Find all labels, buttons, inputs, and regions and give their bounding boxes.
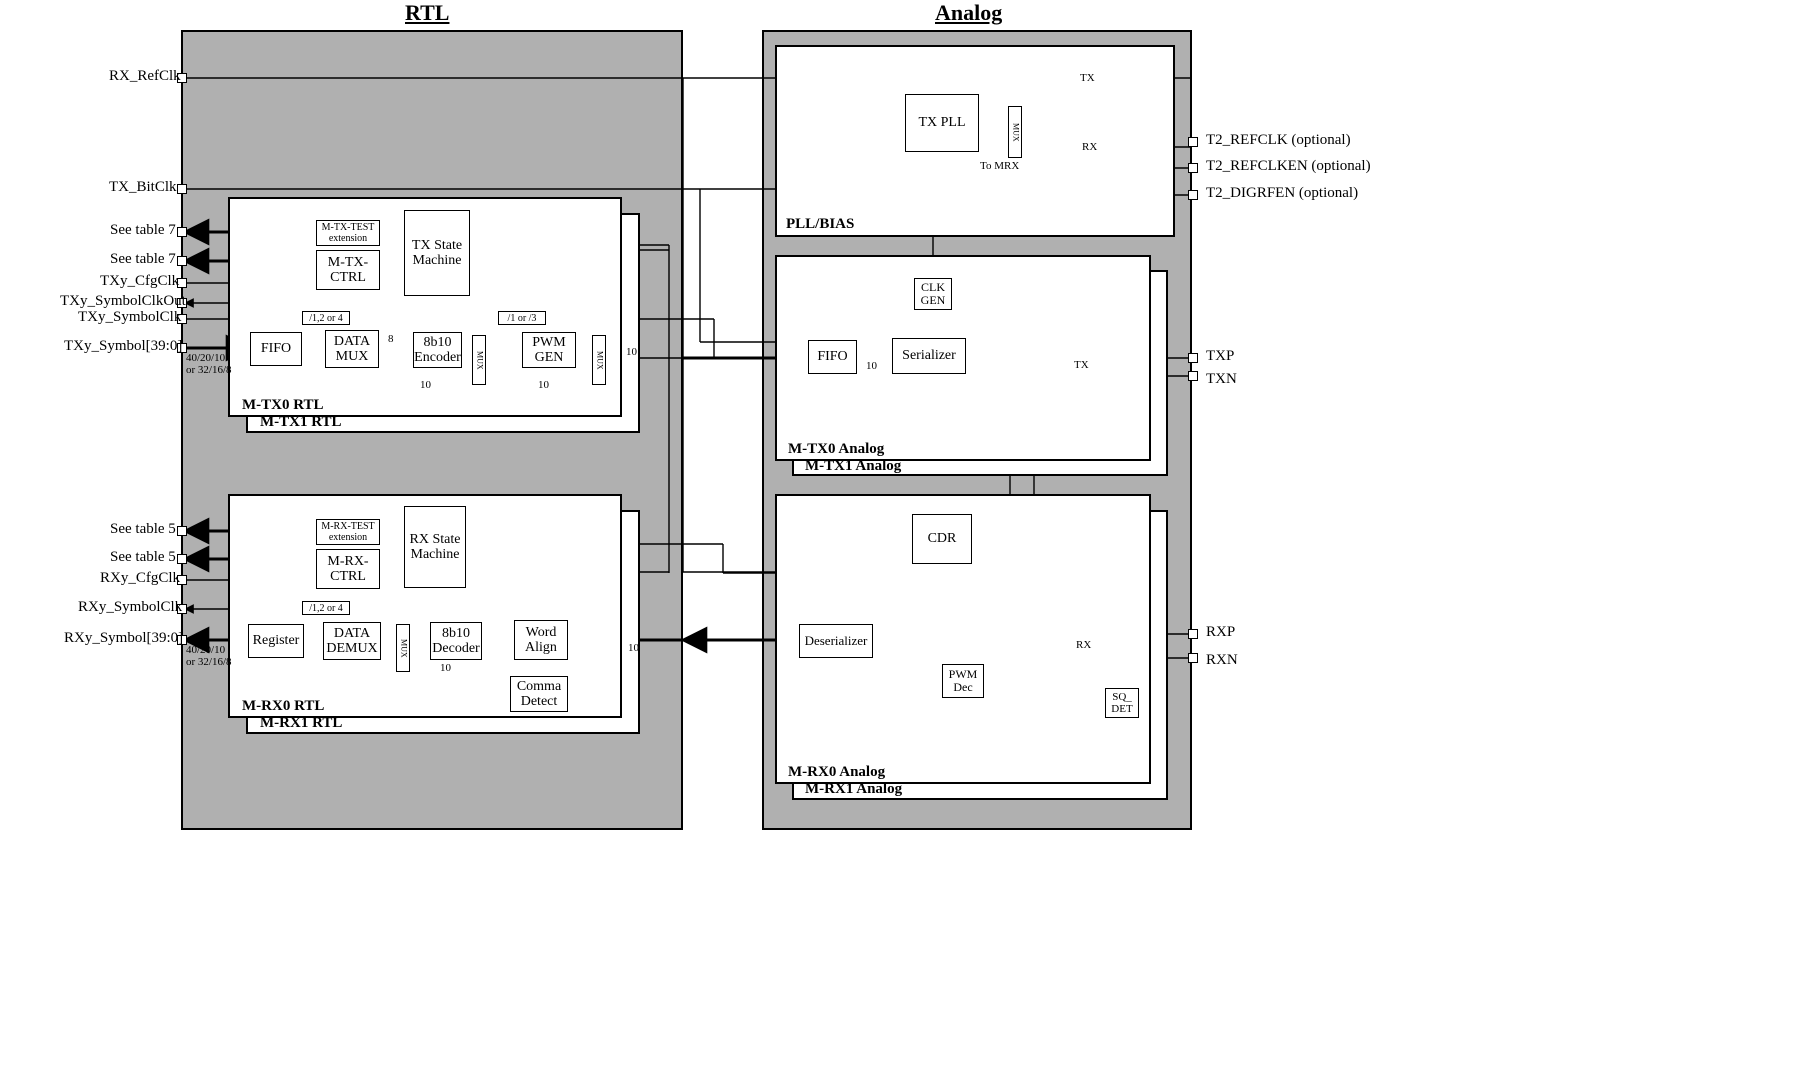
mtx0-rtl-title: M-TX0 RTL bbox=[242, 397, 324, 414]
mrx-ctrl: M-RX- CTRL bbox=[316, 549, 380, 589]
tx-pwm-gen: PWM GEN bbox=[522, 332, 576, 368]
lab-t2-digrfen: T2_DIGRFEN (optional) bbox=[1206, 185, 1358, 202]
pin-see-t5a bbox=[177, 526, 187, 536]
rx-n10b: 10 bbox=[628, 642, 639, 654]
sq-det: SQ_ DET bbox=[1105, 688, 1139, 718]
tx-n10c: 10 bbox=[626, 346, 637, 358]
pin-see-t5b bbox=[177, 554, 187, 564]
lab-rxn: RXN bbox=[1206, 652, 1238, 669]
lab-txn: TXN bbox=[1206, 371, 1237, 388]
rx-word-align: Word Align bbox=[514, 620, 568, 660]
pin-see-t7a bbox=[177, 227, 187, 237]
pin-tx-bitclk bbox=[177, 184, 187, 194]
tx-state-machine: TX State Machine bbox=[404, 210, 470, 296]
lab-tx-bitclk: TX_BitClk bbox=[109, 179, 177, 196]
pwm-dec: PWM Dec bbox=[942, 664, 984, 698]
rx-div1: /1,2 or 4 bbox=[302, 601, 350, 615]
to-mrx: To MRX bbox=[980, 160, 1010, 172]
rx-mux: MUX bbox=[396, 624, 410, 672]
tx-n10b: 10 bbox=[538, 379, 549, 391]
lab-rxy-cfgclk: RXy_CfgClk bbox=[100, 570, 180, 587]
analog-tx-buf-label: TX bbox=[1074, 359, 1089, 371]
pin-rxn bbox=[1188, 653, 1198, 663]
lab-txp: TXP bbox=[1206, 348, 1234, 365]
lab-t2-refclken: T2_REFCLKEN (optional) bbox=[1206, 158, 1371, 175]
tx-fifo: FIFO bbox=[250, 332, 302, 366]
lab-rx-refclk: RX_RefClk bbox=[109, 68, 181, 85]
pin-txp bbox=[1188, 353, 1198, 363]
tx-div2: /1 or /3 bbox=[498, 311, 546, 325]
pll-rx-buf-label: RX bbox=[1082, 141, 1097, 153]
tx-8b10-encoder: 8b10 Encoder bbox=[413, 332, 462, 368]
title-analog: Analog bbox=[935, 0, 1002, 26]
lab-txy-symclk: TXy_SymbolClk bbox=[78, 309, 181, 326]
tx-mux2: MUX bbox=[592, 335, 606, 385]
pll-tx-buf-label: TX bbox=[1080, 72, 1095, 84]
pin-rxp bbox=[1188, 629, 1198, 639]
analog-rx-buf-label: RX bbox=[1076, 639, 1091, 651]
rx-n10a: 10 bbox=[440, 662, 451, 674]
mtx-test: M-TX-TEST extension bbox=[316, 220, 380, 246]
lab-rxp: RXP bbox=[1206, 624, 1235, 641]
lab-rxy-symbol: RXy_Symbol[39:0] bbox=[64, 630, 183, 647]
lab-see-t5b: See table 5 bbox=[110, 549, 176, 566]
lab-t2-refclk: T2_REFCLK (optional) bbox=[1206, 132, 1351, 149]
pll-mux: MUX bbox=[1008, 106, 1022, 158]
mrx0-analog-title: M-RX0 Analog bbox=[788, 764, 885, 781]
deserializer: Deserializer bbox=[799, 624, 873, 658]
lab-width-note2: 40/20/10 or 32/16/8 bbox=[186, 644, 232, 668]
tx-n10a: 10 bbox=[420, 379, 431, 391]
pin-see-t7b bbox=[177, 256, 187, 266]
rx-data-demux: DATA DEMUX bbox=[323, 622, 381, 660]
lab-txy-symclkout: TXy_SymbolClkOut bbox=[60, 293, 186, 310]
tx-n8: 8 bbox=[388, 333, 394, 345]
pin-t2-refclk bbox=[1188, 137, 1198, 147]
analog-tx-fifo: FIFO bbox=[808, 340, 857, 374]
lab-see-t5a: See table 5 bbox=[110, 521, 176, 538]
pll-bias-title: PLL/BIAS bbox=[786, 216, 854, 233]
tx-pll: TX PLL bbox=[905, 94, 979, 152]
lab-rxy-symclk: RXy_SymbolClk bbox=[78, 599, 182, 616]
rx-8b10-decoder: 8b10 Decoder bbox=[430, 622, 482, 660]
mrx-test: M-RX-TEST extension bbox=[316, 519, 380, 545]
tx-div1: /1,2 or 4 bbox=[302, 311, 350, 325]
lab-txy-symbol: TXy_Symbol[39:0] bbox=[64, 338, 182, 355]
pin-t2-refclken bbox=[1188, 163, 1198, 173]
tx-mux1: MUX bbox=[472, 335, 486, 385]
pin-t2-digrfen bbox=[1188, 190, 1198, 200]
pin-txn bbox=[1188, 371, 1198, 381]
mrx1-rtl-title: M-RX1 RTL bbox=[260, 715, 342, 732]
lab-see-t7a: See table 7 bbox=[110, 222, 176, 239]
mtx0-analog-title: M-TX0 Analog bbox=[788, 441, 884, 458]
mtx1-rtl-title: M-TX1 RTL bbox=[260, 414, 342, 431]
title-rtl: RTL bbox=[405, 0, 449, 26]
lab-width-note: 40/20/10 or 32/16/8 bbox=[186, 352, 232, 376]
serializer: Serializer bbox=[892, 338, 966, 374]
rx-comma-detect: Comma Detect bbox=[510, 676, 568, 712]
mrx0-rtl-title: M-RX0 RTL bbox=[242, 698, 324, 715]
clk-gen: CLK GEN bbox=[914, 278, 952, 310]
cdr: CDR bbox=[912, 514, 972, 564]
rx-register: Register bbox=[248, 624, 304, 658]
rx-state-machine: RX State Machine bbox=[404, 506, 466, 588]
tx-data-mux: DATA MUX bbox=[325, 330, 379, 368]
lab-txy-cfgclk: TXy_CfgClk bbox=[100, 273, 179, 290]
mrx1-analog-title: M-RX1 Analog bbox=[805, 781, 902, 798]
mtx-ctrl: M-TX- CTRL bbox=[316, 250, 380, 290]
mtx1-analog-title: M-TX1 Analog bbox=[805, 458, 901, 475]
lab-see-t7b: See table 7 bbox=[110, 251, 176, 268]
analog-tx-n10: 10 bbox=[866, 360, 877, 372]
